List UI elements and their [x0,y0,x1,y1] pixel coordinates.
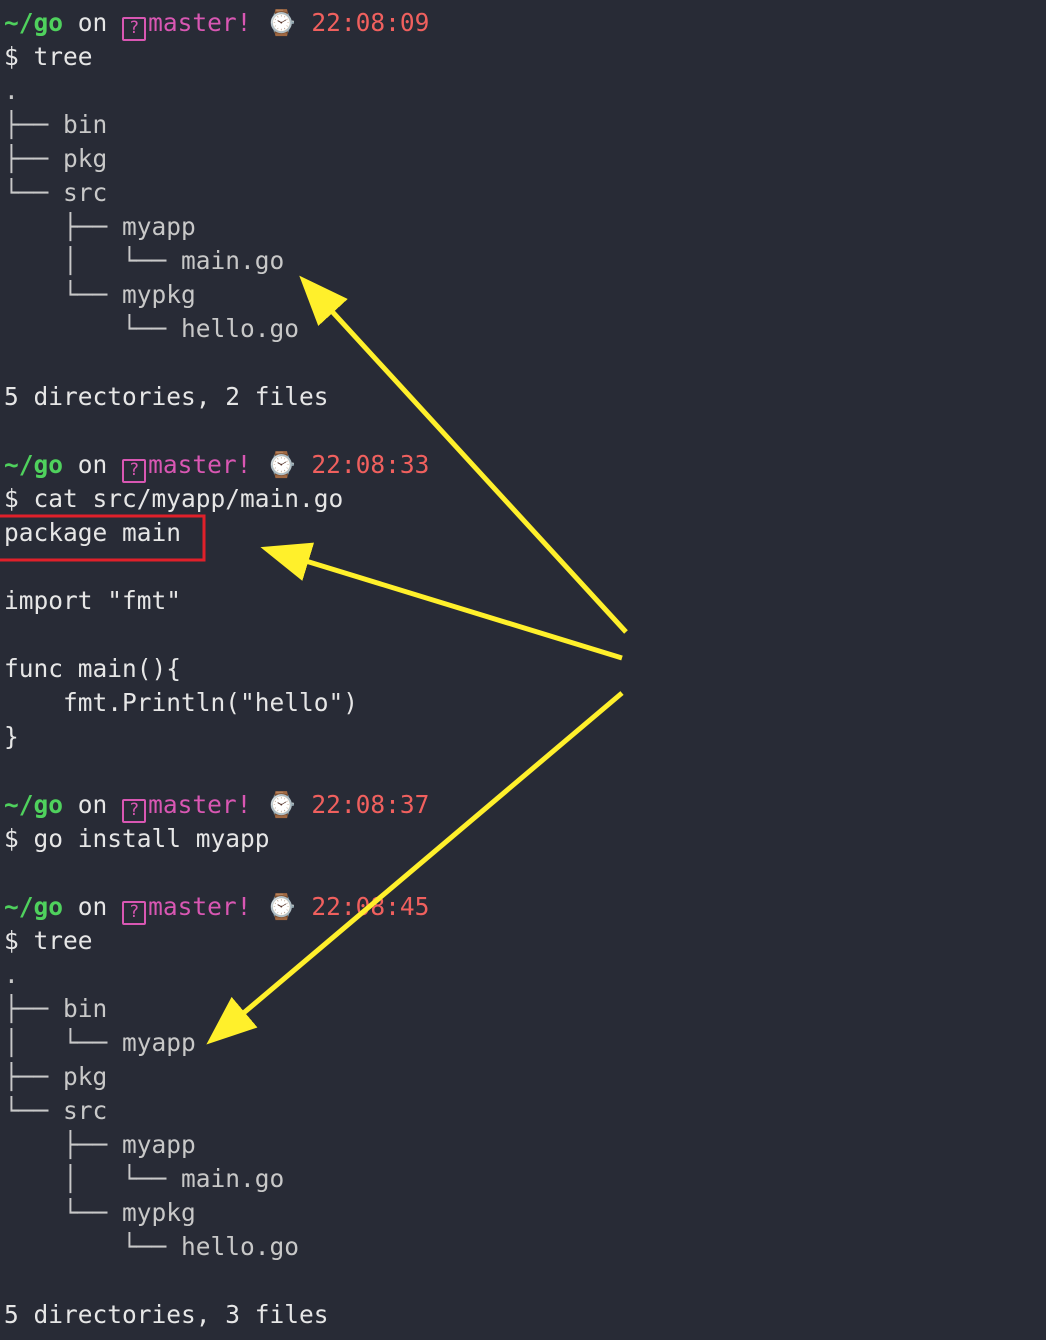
prompt-line: ~/go on ? master! ⌚ 22:08:09 [4,6,1044,41]
command-line: $ tree [4,926,93,955]
prompt-line: ~/go on ? master! ⌚ 22:08:33 [4,448,1044,483]
git-status-icon: ? [122,901,147,925]
git-branch: master! [148,450,252,479]
prompt-on: on [77,450,108,479]
prompt-time: 22:08:37 [311,790,430,819]
terminal-output: ~/go on ? master! ⌚ 22:08:09 $ tree . ├──… [4,6,1044,1332]
tree-line: . [4,76,19,105]
git-status-icon: ? [122,459,147,483]
tree-line: ├── bin [4,110,108,139]
watch-icon: ⌚ [266,790,297,819]
tree-line: └── mypkg [4,1198,196,1227]
tree-line: . [4,960,19,989]
tree-line: └── hello.go [4,314,300,343]
code-close-line: } [4,722,19,751]
git-branch: master! [148,790,252,819]
tree-line: └── mypkg [4,280,196,309]
cwd: ~/go [4,450,64,479]
watch-icon: ⌚ [266,450,297,479]
cwd: ~/go [4,892,64,921]
tree-line: ├── bin [4,994,108,1023]
prompt-line: ~/go on ? master! ⌚ 22:08:45 [4,890,1044,925]
tree-summary: 5 directories, 2 files [4,382,329,411]
git-branch: master! [148,8,252,37]
prompt-time: 22:08:45 [311,892,430,921]
tree-line: │ └── myapp [4,1028,196,1057]
git-status-icon: ? [122,17,147,41]
code-import-line: import "fmt" [4,586,182,615]
watch-icon: ⌚ [266,8,297,37]
tree-line: └── src [4,1096,108,1125]
code-body-line: fmt.Println("hello") [4,688,359,717]
tree-line: │ └── main.go [4,1164,285,1193]
command-line: $ tree [4,42,93,71]
git-branch: master! [148,892,252,921]
command-line: $ cat src/myapp/main.go [4,484,344,513]
prompt-line: ~/go on ? master! ⌚ 22:08:37 [4,788,1044,823]
tree-line: ├── pkg [4,144,108,173]
tree-line: └── hello.go [4,1232,300,1261]
prompt-on: on [77,8,108,37]
prompt-time: 22:08:09 [311,8,430,37]
tree-line: ├── pkg [4,1062,108,1091]
prompt-on: on [77,892,108,921]
tree-summary: 5 directories, 3 files [4,1300,329,1329]
tree-line: ├── myapp [4,212,196,241]
tree-line: └── src [4,178,108,207]
code-func-line: func main(){ [4,654,182,683]
code-package-line: package main [4,518,182,547]
prompt-on: on [77,790,108,819]
watch-icon: ⌚ [266,892,297,921]
cwd: ~/go [4,8,64,37]
command-line: $ go install myapp [4,824,270,853]
tree-line: ├── myapp [4,1130,196,1159]
prompt-time: 22:08:33 [311,450,430,479]
tree-line: │ └── main.go [4,246,285,275]
cwd: ~/go [4,790,64,819]
git-status-icon: ? [122,799,147,823]
